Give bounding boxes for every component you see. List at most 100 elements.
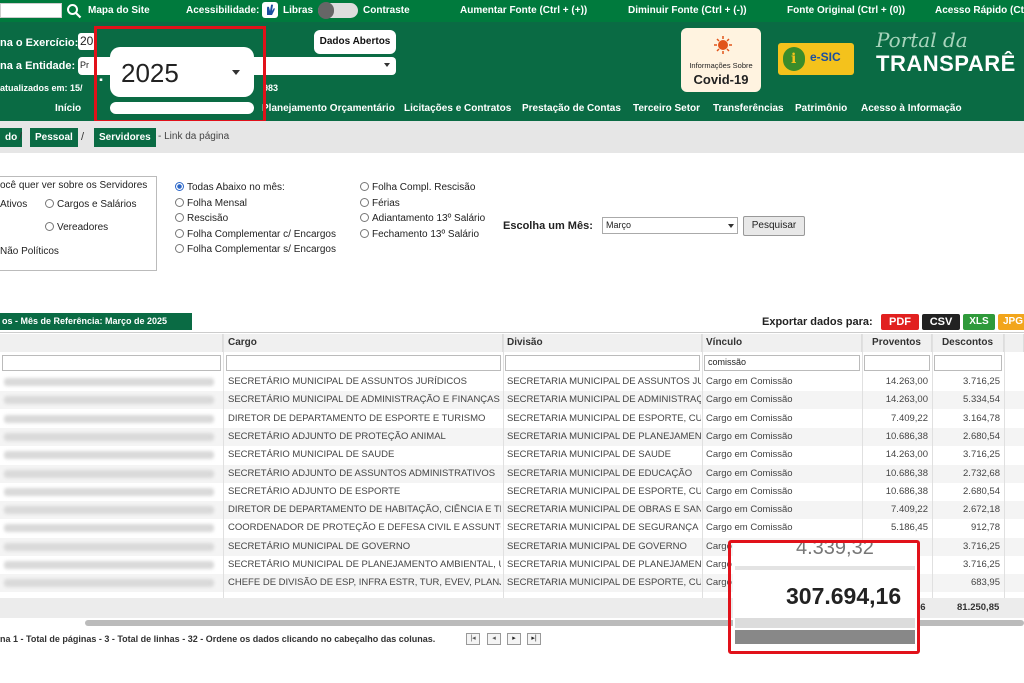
dados-abertos-button[interactable]: Dados Abertos [314, 30, 396, 54]
table-row[interactable]: COORDENADOR DE PROTEÇÃO E DEFESA CIVIL E… [0, 519, 1024, 537]
table-row[interactable]: SECRETÁRIO ADJUNTO DE ASSUNTOS ADMINISTR… [0, 464, 1024, 483]
cell-descontos: 5.334,54 [963, 394, 1000, 406]
export-xls-button[interactable]: XLS [963, 314, 995, 330]
cell-cargo: DIRETOR DE DEPARTAMENTO DE HABITAÇÃO, CI… [228, 504, 501, 516]
aumentar-fonte-link[interactable]: Aumentar Fonte (Ctrl + (+)) [460, 5, 587, 16]
radio-button[interactable] [175, 198, 184, 207]
cell-nome-redacted [4, 579, 214, 588]
cell-vinculo: Cargo em Comissão [706, 485, 793, 497]
cell-cargo: SECRETÁRIO ADJUNTO DE PROTEÇÃO ANIMAL [228, 430, 446, 442]
option-fechamento-13[interactable]: Fechamento 13º Salário [360, 229, 479, 240]
nav-planejamento[interactable]: Planejamento Orçamentário [262, 103, 395, 114]
export-pdf-button[interactable]: PDF [881, 314, 919, 330]
cell-descontos: 3.164,78 [963, 412, 1000, 424]
radio-button[interactable] [360, 198, 369, 207]
nav-patrimonio[interactable]: Patrimônio [795, 103, 847, 114]
mes-select[interactable]: Março [602, 217, 738, 234]
column-header-descontos[interactable]: Descontos [932, 334, 1004, 352]
libras-link[interactable]: Libras [283, 5, 313, 16]
cell-nome-redacted [4, 414, 214, 423]
filter-nao-politicos[interactable]: Não Políticos [0, 246, 59, 257]
site-search-input[interactable] [0, 3, 62, 18]
table-row[interactable]: DIRETOR DE DEPARTAMENTO DE HABITAÇÃO, CI… [0, 501, 1024, 520]
cell-proventos: 7.409,22 [891, 412, 928, 424]
breadcrumb-separator: / [81, 131, 85, 143]
column-divider [503, 334, 504, 598]
option-compl-rescisao[interactable]: Folha Compl. Rescisão [360, 182, 475, 193]
column-header-proventos[interactable]: Proventos [862, 334, 932, 352]
cell-divisao: SECRETARIA MUNICIPAL DE ADMINISTRAÇÃO E … [507, 394, 701, 406]
prev-page-button[interactable]: ◂ [487, 633, 501, 645]
column-header-vinculo[interactable]: Vínculo [702, 334, 862, 352]
table-row[interactable]: SECRETÁRIO MUNICIPAL DE ADMINISTRAÇÃO E … [0, 391, 1024, 410]
option-folha-mensal[interactable]: Folha Mensal [175, 198, 247, 209]
contraste-label[interactable]: Contraste [363, 5, 410, 16]
option-comp-com-encargos[interactable]: Folha Complementar c/ Encargos [175, 229, 336, 240]
option-ferias[interactable]: Férias [360, 198, 400, 209]
export-csv-button[interactable]: CSV [922, 314, 960, 330]
option-rescisao[interactable]: Rescisão [175, 213, 228, 224]
table-row[interactable]: SECRETÁRIO MUNICIPAL DE ASSUNTOS JURÍDIC… [0, 373, 1024, 391]
radio-button[interactable] [175, 229, 184, 238]
filter-vereadores[interactable]: Vereadores [45, 222, 108, 233]
cell-proventos: 10.686,38 [885, 485, 928, 497]
nav-terceiro-setor[interactable]: Terceiro Setor [633, 103, 700, 114]
filter-input-descontos[interactable] [934, 355, 1002, 371]
esic-label: e-SIC [810, 50, 841, 64]
filter-input-nome[interactable] [2, 355, 221, 371]
nav-prestacao-contas[interactable]: Prestação de Contas [522, 103, 621, 114]
search-icon[interactable] [66, 3, 82, 19]
radio-button[interactable] [360, 213, 369, 222]
nav-inicio[interactable]: Início [55, 103, 81, 114]
table-row[interactable]: SECRETÁRIO ADJUNTO DE PROTEÇÃO ANIMAL SEC… [0, 427, 1024, 446]
filter-input-proventos[interactable] [864, 355, 930, 371]
breadcrumb-item-servidores[interactable]: Servidores [94, 128, 156, 147]
option-adiantamento-13[interactable]: Adiantamento 13º Salário [360, 213, 485, 224]
radio-button[interactable] [175, 213, 184, 222]
radio-button[interactable] [45, 199, 54, 208]
table-row[interactable]: SECRETÁRIO MUNICIPAL DE SAUDE SECRETARIA … [0, 446, 1024, 464]
filter-input-divisao[interactable] [505, 355, 700, 371]
first-page-button[interactable]: |◂ [466, 633, 480, 645]
cell-descontos: 3.716,25 [963, 559, 1000, 570]
diminuir-fonte-link[interactable]: Diminuir Fonte (Ctrl + (-)) [628, 5, 747, 16]
column-header-divisao[interactable]: Divisão [503, 334, 702, 352]
radio-button[interactable] [45, 222, 54, 231]
option-label: Rescisão [187, 213, 229, 224]
radio-button[interactable] [360, 182, 369, 191]
cell-vinculo: Cargo em Comissão [706, 449, 793, 461]
nav-licitacoes[interactable]: Licitações e Contratos [404, 103, 511, 114]
filter-input-cargo[interactable] [226, 355, 501, 371]
breadcrumb-item-pessoal[interactable]: Pessoal [30, 128, 78, 147]
filter-input-vinculo[interactable]: comissão [704, 355, 860, 371]
option-todas[interactable]: Todas Abaixo no mês: [175, 182, 285, 193]
last-page-button[interactable]: ▸| [527, 633, 541, 645]
libras-hand-icon[interactable] [262, 2, 278, 18]
nav-acesso-informacao[interactable]: Acesso à Informação [861, 103, 962, 114]
table-row[interactable]: DIRETOR DE DEPARTAMENTO DE ESPORTE E TUR… [0, 410, 1024, 428]
cell-divisao: SECRETARIA MUNICIPAL DE GOVERNO [507, 540, 687, 552]
covid-banner-title: Covid-19 [693, 72, 749, 87]
filter-cargos-salarios[interactable]: Cargos e Salários [45, 199, 136, 210]
cell-cargo: SECRETÁRIO MUNICIPAL DE PLANEJAMENTO AMB… [228, 559, 501, 570]
fonte-original-link[interactable]: Fonte Original (Ctrl + (0)) [787, 5, 905, 16]
table-row[interactable]: SECRETÁRIO ADJUNTO DE ESPORTE SECRETARIA … [0, 483, 1024, 501]
radio-button-selected[interactable] [175, 182, 184, 191]
column-header-cargo[interactable]: Cargo [224, 334, 503, 352]
acesso-rapido-link[interactable]: Acesso Rápido (Ctrl [935, 5, 1024, 16]
cell-descontos: 3.716,25 [963, 376, 1000, 387]
filter-ativos[interactable]: Ativos [0, 199, 27, 210]
radio-button[interactable] [360, 229, 369, 238]
option-comp-sem-encargos[interactable]: Folha Complementar s/ Encargos [175, 244, 336, 255]
next-page-button[interactable]: ▸ [507, 633, 521, 645]
pesquisar-button[interactable]: Pesquisar [743, 216, 805, 236]
mapa-do-site-link[interactable]: Mapa do Site [88, 5, 150, 16]
nav-transferencias[interactable]: Transferências [713, 103, 784, 114]
cell-descontos: 3.716,25 [963, 449, 1000, 461]
link-da-pagina[interactable]: - Link da página [158, 131, 229, 142]
mes-label: Escolha um Mês: [503, 220, 593, 232]
column-header-nome[interactable] [0, 334, 223, 352]
info-icon: i [783, 47, 805, 71]
export-jpg-button[interactable]: JPG [998, 314, 1024, 330]
radio-button[interactable] [175, 244, 184, 253]
